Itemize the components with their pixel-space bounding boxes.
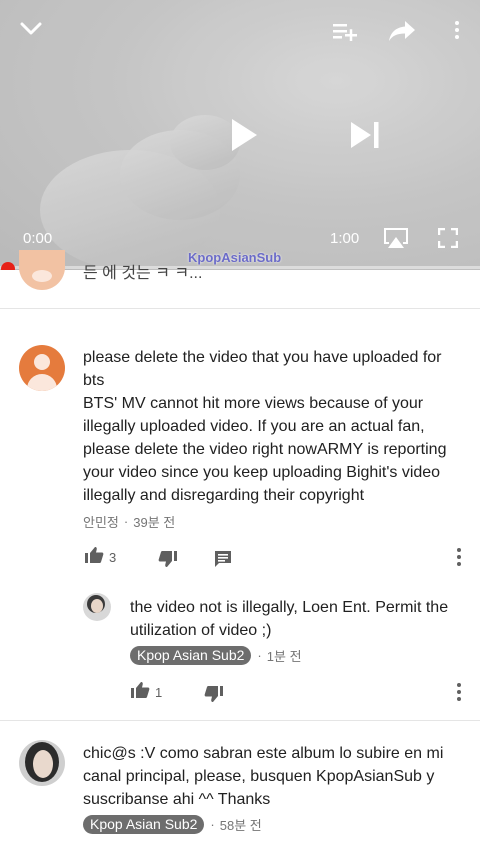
airplay-icon[interactable]: [380, 224, 412, 252]
avatar[interactable]: [83, 593, 111, 621]
progress-scrubber[interactable]: [1, 262, 15, 270]
fullscreen-icon[interactable]: [436, 226, 460, 250]
author-badge[interactable]: Kpop Asian Sub2: [83, 815, 205, 834]
thumbs-up-icon: [131, 682, 150, 698]
comment-text: please delete the video that you have up…: [83, 346, 463, 507]
divider: [0, 308, 480, 309]
like-button[interactable]: [130, 681, 150, 699]
divider: [0, 720, 480, 721]
partial-comment-text: 든 에 것는 ㅋ ㅋ...: [83, 265, 203, 282]
meta-separator: ·: [257, 648, 262, 663]
comment-time: 39분 전: [133, 515, 176, 530]
reply-meta: Kpop Asian Sub2 · 1분 전: [130, 646, 302, 665]
avatar[interactable]: [19, 740, 65, 786]
reply-button[interactable]: [214, 550, 232, 568]
like-count: 1: [155, 685, 163, 700]
dislike-button[interactable]: [204, 685, 224, 703]
duration-time: 1:00: [330, 230, 360, 247]
like-count: 3: [109, 550, 117, 565]
reply-more-icon[interactable]: [450, 680, 468, 704]
thumbs-up-icon: [85, 547, 104, 563]
next-video-icon[interactable]: [346, 116, 384, 154]
progress-bar[interactable]: [0, 266, 480, 269]
collapse-chevron-icon[interactable]: [16, 14, 46, 44]
dislike-button[interactable]: [158, 550, 178, 568]
meta-separator: ·: [123, 514, 129, 529]
share-icon[interactable]: [386, 15, 418, 47]
thumbs-down-icon: [204, 686, 223, 702]
comment-time: 58분 전: [219, 818, 262, 833]
comment-meta: Kpop Asian Sub2 · 58분 전: [83, 815, 262, 834]
avatar[interactable]: [19, 250, 65, 290]
player-more-icon[interactable]: [448, 18, 466, 42]
comment-text: chic@s :V como sabran este album lo subi…: [83, 745, 444, 808]
current-time: 0:00: [23, 230, 53, 247]
avatar[interactable]: [19, 345, 65, 391]
thumbs-down-icon: [158, 551, 177, 567]
reply-icon: [215, 551, 231, 567]
reply-time: 1분 전: [266, 649, 302, 664]
play-icon[interactable]: [224, 114, 264, 156]
comment-more-icon[interactable]: [450, 545, 468, 569]
like-button[interactable]: [84, 546, 104, 564]
author-badge[interactable]: Kpop Asian Sub2: [130, 646, 252, 665]
comment-meta: 안민정 · 39분 전: [83, 512, 175, 531]
reply-text: the video not is illegally, Loen Ent. Pe…: [130, 599, 449, 639]
video-player[interactable]: 0:00 1:00 KpopAsianSub: [0, 0, 480, 270]
comment-author[interactable]: 안민정: [83, 512, 119, 531]
meta-separator: ·: [210, 817, 215, 832]
comment-body: please delete the video that you have up…: [83, 349, 447, 504]
add-to-playlist-icon[interactable]: [330, 16, 360, 46]
